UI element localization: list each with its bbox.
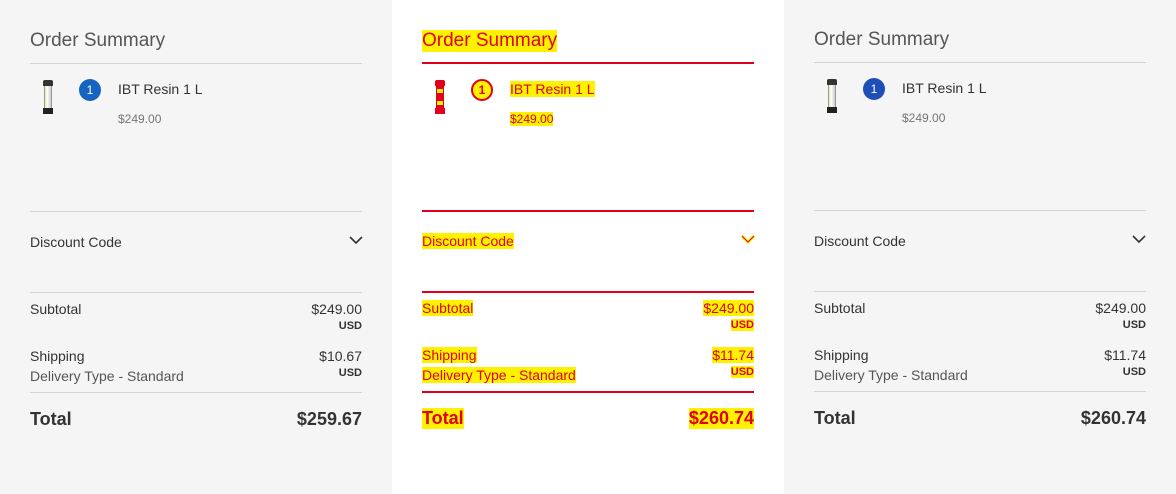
quantity-badge: 1 [863, 78, 885, 100]
order-summary-panel-after: Order Summary 1 IBT Resin 1 L $249.00 Di… [784, 0, 1176, 494]
subtotal-currency: USD [338, 320, 362, 332]
total-value: $260.74 [688, 408, 754, 429]
product-name: IBT Resin 1 L [510, 81, 595, 97]
divider [422, 62, 754, 64]
total-label: Total [422, 408, 464, 429]
shipping-currency: USD [338, 367, 362, 379]
product-price: $249.00 [510, 112, 554, 126]
delivery-type: Delivery Type - Standard [30, 368, 184, 384]
resin-bottle-icon [435, 80, 445, 114]
product-price: $249.00 [118, 112, 162, 126]
divider [814, 291, 1146, 292]
discount-code-toggle[interactable]: Discount Code [422, 233, 514, 249]
divider [30, 63, 362, 64]
subtotal-value: $249.00 [703, 300, 754, 316]
divider [814, 62, 1146, 63]
order-summary-title: Order Summary [814, 29, 950, 50]
divider [814, 210, 1146, 211]
shipping-currency: USD [1122, 366, 1146, 378]
divider [814, 391, 1146, 392]
order-summary-title: Order Summary [422, 30, 558, 52]
subtotal-label: Subtotal [814, 300, 866, 316]
shipping-value: $11.74 [1104, 347, 1146, 363]
order-summary-panel-diff: Order Summary 1 IBT Resin 1 L $249.00 Di… [392, 0, 784, 494]
product-name: IBT Resin 1 L [118, 81, 203, 97]
divider [422, 210, 754, 212]
delivery-type: Delivery Type - Standard [814, 367, 968, 383]
quantity-badge: 1 [471, 79, 493, 101]
subtotal-currency: USD [730, 319, 754, 331]
total-label: Total [30, 409, 72, 429]
shipping-label: Shipping [30, 348, 85, 364]
subtotal-label: Subtotal [30, 301, 82, 317]
delivery-type: Delivery Type - Standard [422, 367, 576, 383]
order-summary-panel-before: Order Summary 1 IBT Resin 1 L $249.00 Di… [0, 0, 392, 494]
chevron-down-icon[interactable] [741, 235, 755, 244]
discount-code-toggle[interactable]: Discount Code [30, 234, 122, 250]
subtotal-value: $249.00 [311, 301, 362, 317]
divider [30, 392, 362, 393]
shipping-label: Shipping [422, 347, 477, 363]
divider [422, 291, 754, 293]
divider [422, 391, 754, 393]
discount-code-toggle[interactable]: Discount Code [814, 233, 906, 249]
shipping-value: $10.67 [319, 348, 362, 364]
subtotal-label: Subtotal [422, 300, 474, 316]
resin-bottle-icon [827, 79, 837, 113]
chevron-down-icon[interactable] [349, 236, 363, 245]
total-value: $260.74 [1080, 408, 1146, 428]
product-name: IBT Resin 1 L [902, 80, 987, 96]
shipping-label: Shipping [814, 347, 869, 363]
resin-bottle-icon [43, 80, 53, 114]
divider [30, 292, 362, 293]
chevron-down-icon[interactable] [1132, 235, 1146, 244]
order-summary-title: Order Summary [30, 30, 166, 51]
subtotal-value: $249.00 [1095, 300, 1146, 316]
subtotal-currency: USD [1122, 319, 1146, 331]
shipping-currency: USD [730, 366, 754, 378]
product-price: $249.00 [902, 111, 946, 125]
shipping-value: $11.74 [712, 347, 754, 363]
total-value: $259.67 [296, 409, 362, 429]
divider [30, 211, 362, 212]
quantity-badge: 1 [79, 79, 101, 101]
total-label: Total [814, 408, 856, 428]
